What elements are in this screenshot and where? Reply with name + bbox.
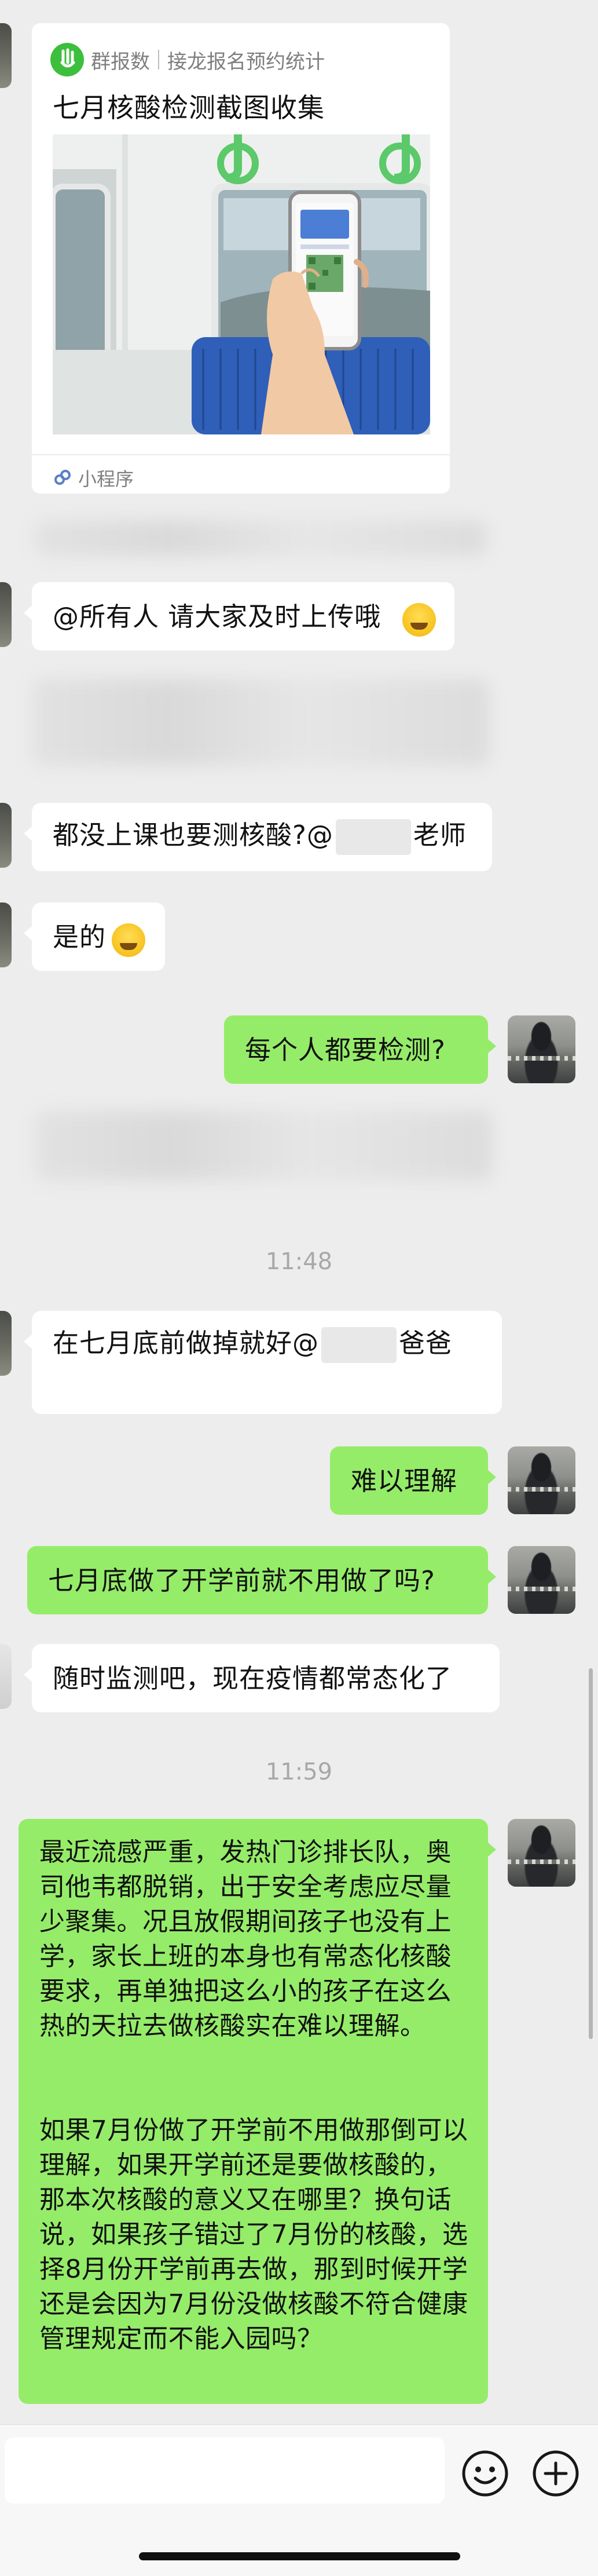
sender-avatar[interactable] — [0, 582, 12, 647]
emoji-tears-of-joy-icon — [112, 923, 145, 957]
message-bubble[interactable]: 难以理解 — [330, 1446, 496, 1515]
message-paragraph: 最近流感严重，发热门诊排长队，奥司他韦都脱销，出于安全考虑应尽量少聚集。况且放假… — [39, 1837, 452, 2041]
message-bubble[interactable]: 最近流感严重，发热门诊排长队，奥司他韦都脱销，出于安全考虑应尽量少聚集。况且放假… — [19, 1819, 496, 2404]
self-avatar[interactable] — [508, 1546, 575, 1614]
message-text: 在七月底前做掉就好@ — [53, 1328, 320, 1358]
redacted-name — [335, 819, 411, 855]
message-text: 爸爸 — [399, 1328, 453, 1358]
message-bubble[interactable]: @所有人 请大家及时上传哦 — [24, 582, 454, 651]
timestamp: 11:59 — [265, 1759, 333, 1785]
message-text: 老师 — [413, 820, 467, 850]
message-bubble[interactable]: 都没上课也要测核酸?@ 老师 — [24, 803, 492, 871]
smiley-icon[interactable] — [461, 2449, 509, 2498]
sender-avatar[interactable] — [0, 803, 12, 868]
redacted-message — [35, 520, 486, 556]
plus-circle-icon[interactable] — [531, 2449, 580, 2498]
redacted-name — [321, 1327, 397, 1363]
message-bubble[interactable]: 每个人都要检测? — [224, 1015, 496, 1084]
sender-avatar[interactable] — [0, 1644, 12, 1709]
message-text: 每个人都要检测? — [245, 1035, 446, 1065]
scrollbar-thumb[interactable] — [589, 1668, 593, 2039]
message-bubble[interactable]: 是的 — [24, 902, 165, 971]
mini-program-card[interactable]: 群报数 接龙报名预约统计 七月核酸检测截图收集 小程序 — [32, 23, 450, 494]
message-text: 七月底做了开学前就不用做了吗? — [48, 1565, 435, 1596]
redacted-message — [35, 1111, 492, 1181]
card-title: 七月核酸检测截图收集 — [53, 92, 325, 123]
timestamp: 11:48 — [265, 1248, 333, 1275]
redacted-message — [32, 679, 489, 766]
message-bubble[interactable]: 七月底做了开学前就不用做了吗? — [27, 1546, 496, 1614]
card-source-name: 群报数 — [91, 50, 150, 74]
sender-avatar[interactable] — [0, 1311, 12, 1376]
input-bar — [0, 2424, 598, 2576]
message-text: 是的 — [53, 922, 107, 952]
emoji-face-icon — [402, 603, 436, 637]
message-bubble[interactable]: 在七月底前做掉就好@ 爸爸 — [24, 1311, 502, 1414]
message-bubble[interactable]: 随时监测吧，现在疫情都常态化了 — [24, 1644, 500, 1712]
message-text: @所有人 请大家及时上传哦 — [53, 601, 381, 632]
mini-program-label: 小程序 — [78, 468, 134, 490]
sender-avatar[interactable] — [0, 23, 12, 88]
card-thumbnail-image — [53, 134, 430, 434]
message-text: 都没上课也要测核酸?@ — [53, 820, 333, 850]
message-text: 随时监测吧，现在疫情都常态化了 — [53, 1663, 453, 1694]
home-indicator — [139, 2552, 460, 2560]
sender-avatar[interactable] — [0, 902, 12, 967]
mini-program-link-icon — [53, 468, 72, 488]
message-text: 难以理解 — [351, 1466, 458, 1496]
self-avatar[interactable] — [508, 1015, 575, 1083]
message-input[interactable] — [5, 2438, 445, 2504]
self-avatar[interactable] — [508, 1819, 575, 1887]
card-source-subtitle: 接龙报名预约统计 — [167, 50, 325, 74]
group-count-logo-icon — [50, 43, 84, 76]
message-paragraph: 如果7月份做了开学前不用做那倒可以理解，如果开学前还是要做核酸的，那本次核酸的意… — [39, 2115, 468, 2354]
self-avatar[interactable] — [508, 1446, 575, 1514]
card-source-divider — [158, 50, 159, 70]
